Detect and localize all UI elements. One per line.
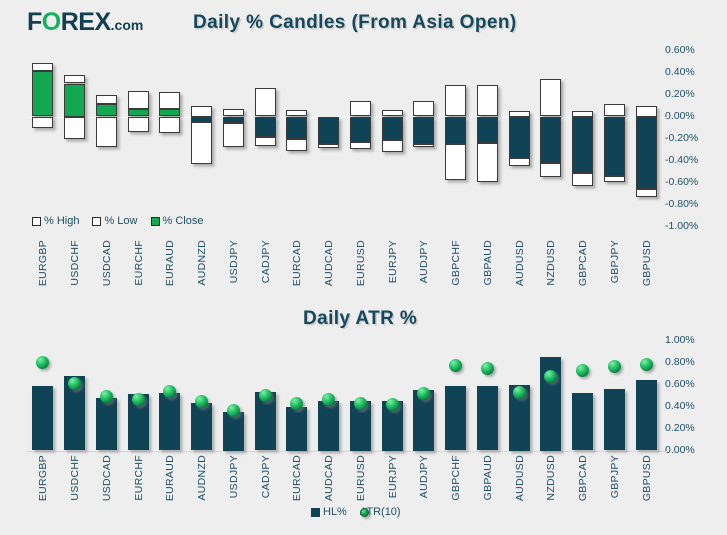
bottom-x-tick-label: AUDCAD (323, 455, 336, 502)
bottom-x-tick-label: GBPJPY (608, 455, 621, 499)
bottom-y-tick-label: 0.40% (665, 399, 695, 412)
atr-marker-icon (68, 376, 82, 390)
atr-hl-bar (222, 412, 244, 451)
bottom-x-tick-label: USDCHF (69, 455, 82, 501)
bottom-x-tick-label: USDCAD (100, 455, 113, 502)
atr-hl-bar (95, 397, 117, 451)
atr-marker-icon (639, 358, 653, 372)
bottom-x-tick-label: CADJPY (259, 455, 272, 499)
bottom-x-tick-label: AUDNZD (196, 455, 209, 501)
atr-marker-icon (258, 389, 272, 402)
bottom-x-tick-label: USDJPY (227, 455, 240, 499)
atr-hl-bar (572, 393, 594, 451)
atr-marker-icon (36, 356, 50, 369)
atr-hl-bar (635, 380, 657, 451)
atr-marker-icon (195, 394, 209, 408)
atr-hl-bar (191, 403, 213, 451)
bottom-y-tick-label: 0.80% (665, 355, 695, 368)
atr-marker-icon (449, 359, 463, 373)
bottom-x-tick-label: GBPCAD (577, 455, 590, 502)
bottom-x-tick-label: EURJPY (386, 455, 399, 499)
bottom-y-tick-label: 1.00% (665, 333, 695, 346)
atr-marker-icon (385, 397, 399, 411)
atr-hl-bar (476, 385, 498, 451)
bottom-x-tick-label: NZDUSD (545, 455, 558, 501)
bottom-y-tick-label: 0.00% (665, 443, 695, 456)
atr-marker-icon (480, 361, 494, 375)
atr-marker-icon (607, 360, 621, 374)
atr-hl-bar (445, 385, 467, 451)
atr-marker-icon (512, 385, 526, 399)
atr-hl-bar (159, 393, 181, 451)
bottom-y-tick-label: 0.20% (665, 421, 695, 434)
atr-marker-icon (353, 396, 367, 410)
bottom-x-tick-label: EURUSD (354, 455, 367, 502)
atr-hl-bar (318, 401, 340, 451)
atr-hl-bar (32, 385, 54, 451)
bottom-x-tick-label: AUDJPY (418, 455, 431, 499)
atr-hl-bar (603, 388, 625, 451)
atr-marker-icon (131, 393, 145, 407)
bottom-x-tick-label: EURCAD (291, 455, 304, 502)
bottom-x-tick-label: GBPCHF (450, 455, 463, 501)
atr-marker-icon (576, 363, 590, 377)
bottom-baseline (27, 450, 668, 452)
atr-marker-icon (163, 384, 177, 398)
bottom-y-tick-label: 0.60% (665, 377, 695, 390)
bottom-x-tick-label: EURGBP (37, 455, 50, 502)
bottom-x-tick-label: EURCHF (132, 455, 145, 501)
bottom-x-tick-label: GBPUSD (640, 455, 653, 502)
bottom-x-tick-label: EURAUD (164, 455, 177, 502)
bottom-x-tick-label: AUDUSD (513, 455, 526, 502)
bottom-x-tick-label: GBPAUD (481, 455, 494, 501)
atr-hl-bar (286, 406, 308, 451)
atr-marker-icon (290, 396, 304, 410)
atr-marker-icon (99, 390, 113, 404)
chart-page: FOREX.com Daily % Candles (From Asia Ope… (0, 0, 727, 535)
